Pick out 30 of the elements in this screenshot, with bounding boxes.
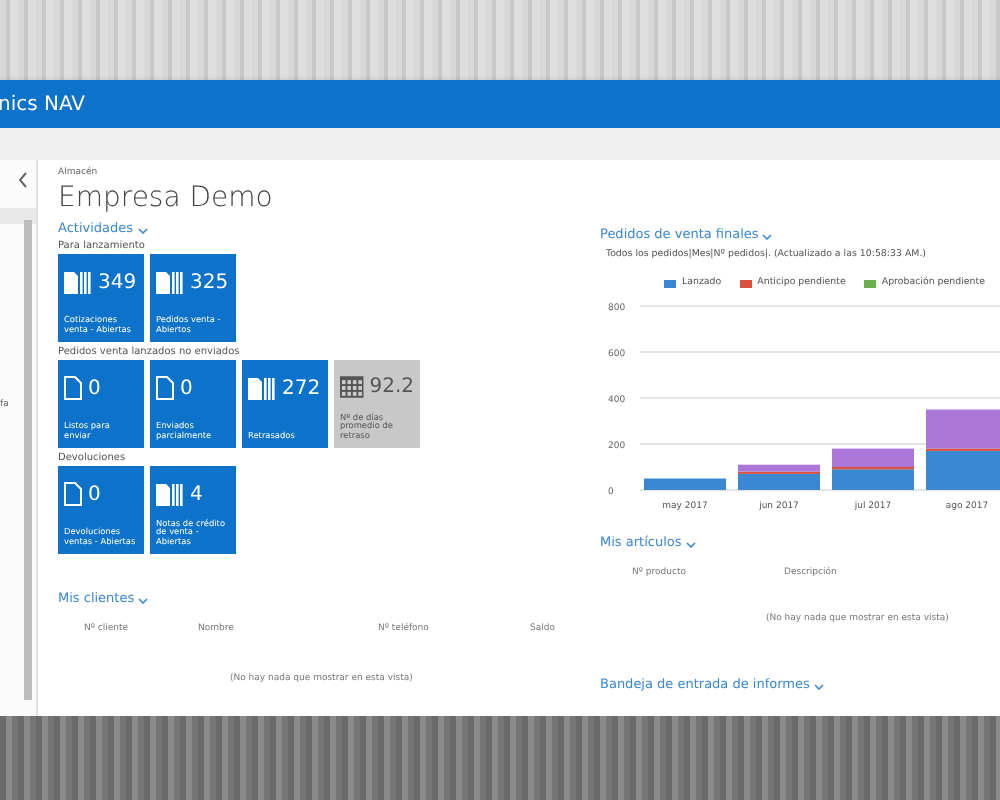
document-icon [64, 376, 82, 400]
calendar-icon [340, 376, 364, 398]
chevron-down-icon [685, 541, 696, 547]
sidebar-highlight[interactable] [0, 208, 36, 224]
chevron-down-icon [137, 227, 148, 233]
chevron-down-icon [813, 683, 824, 689]
app-title: nics NAV [0, 93, 86, 115]
tile-count: 272 [282, 377, 321, 399]
document-stack-icon [156, 482, 184, 506]
legend-swatch [664, 279, 676, 287]
tile-count: 92.2 [369, 376, 414, 398]
chevron-down-icon [762, 233, 773, 239]
document-icon [156, 376, 174, 400]
tile-count: 4 [190, 483, 203, 505]
tile-count: 325 [190, 271, 229, 293]
document-stack-icon [248, 376, 276, 400]
tile-count: 0 [88, 377, 101, 399]
page-title: Empresa Demo [58, 182, 275, 214]
document-stack-icon [64, 270, 92, 294]
chevron-down-icon [138, 597, 149, 603]
tile-count: 0 [180, 377, 193, 399]
legend-swatch [863, 279, 876, 287]
document-icon [64, 482, 82, 506]
tile-count: 0 [88, 483, 101, 505]
scrollbar[interactable] [24, 220, 32, 700]
tile-count: 349 [98, 271, 137, 293]
document-stack-icon [156, 270, 184, 294]
collapse-chevron-icon[interactable] [18, 172, 28, 188]
bar [644, 478, 726, 490]
legend-swatch [739, 279, 752, 287]
